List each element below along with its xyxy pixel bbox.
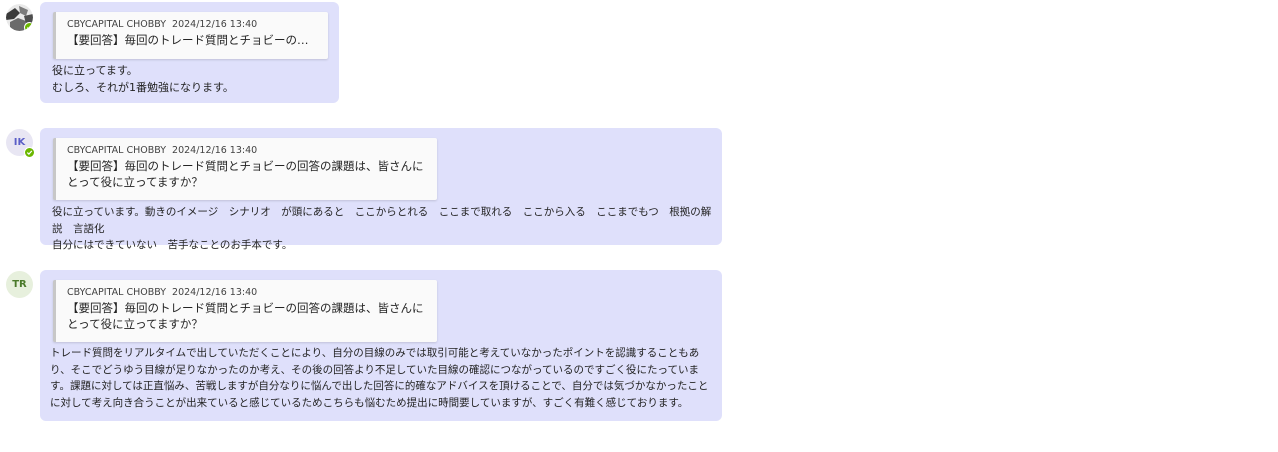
presence-available-icon — [24, 22, 33, 31]
message-text: トレード質問をリアルタイムで出していただくことにより、自分の目線のみでは取引可能… — [50, 347, 709, 409]
quote-header: CBYCAPITAL CHOBBY 2024/12/16 13:40 — [67, 286, 427, 299]
quote-text: 【要回答】毎回のトレード質問とチョビーの回答の課題は、皆さんにとって役に立ってま… — [67, 301, 424, 331]
chat-thread: CBYCAPITAL CHOBBY 2024/12/16 13:40 【要回答】毎… — [0, 0, 1278, 452]
presence-available-icon — [24, 147, 35, 158]
quote-header: CBYCAPITAL CHOBBY 2024/12/16 13:40 — [67, 18, 318, 31]
quoted-reply[interactable]: CBYCAPITAL CHOBBY 2024/12/16 13:40 【要回答】毎… — [53, 138, 437, 200]
quote-text: 【要回答】毎回のトレード質問とチョビーの回答の課題... — [67, 33, 318, 47]
message-bubble[interactable]: CBYCAPITAL CHOBBY 2024/12/16 13:40 【要回答】毎… — [40, 128, 722, 251]
message-text: 役に立っています。動きのイメージ シナリオ が頭にあると ここからとれる ここま… — [52, 206, 712, 251]
quote-header: CBYCAPITAL CHOBBY 2024/12/16 13:40 — [67, 144, 427, 157]
quote-author: CBYCAPITAL CHOBBY — [67, 287, 167, 298]
avatar[interactable]: TR — [6, 271, 33, 298]
quote-author: CBYCAPITAL CHOBBY — [67, 145, 167, 156]
message-text: 役に立ってます。 むしろ、それが1番勉強になります。 — [52, 64, 234, 94]
quote-timestamp: 2024/12/16 13:40 — [172, 145, 258, 156]
message-bubble[interactable]: CBYCAPITAL CHOBBY 2024/12/16 13:40 【要回答】毎… — [40, 2, 339, 103]
quoted-reply[interactable]: CBYCAPITAL CHOBBY 2024/12/16 13:40 【要回答】毎… — [53, 280, 437, 342]
quote-author: CBYCAPITAL CHOBBY — [67, 19, 167, 30]
avatar-initials: IK — [13, 137, 26, 148]
avatar[interactable]: IK — [6, 129, 35, 158]
avatar[interactable] — [6, 4, 33, 31]
message-bubble[interactable]: CBYCAPITAL CHOBBY 2024/12/16 13:40 【要回答】毎… — [40, 270, 722, 421]
quoted-reply[interactable]: CBYCAPITAL CHOBBY 2024/12/16 13:40 【要回答】毎… — [53, 12, 328, 59]
quote-timestamp: 2024/12/16 13:40 — [172, 287, 258, 298]
avatar-initials: TR — [12, 279, 27, 290]
quote-timestamp: 2024/12/16 13:40 — [172, 19, 258, 30]
quote-text: 【要回答】毎回のトレード質問とチョビーの回答の課題は、皆さんにとって役に立ってま… — [67, 159, 424, 189]
